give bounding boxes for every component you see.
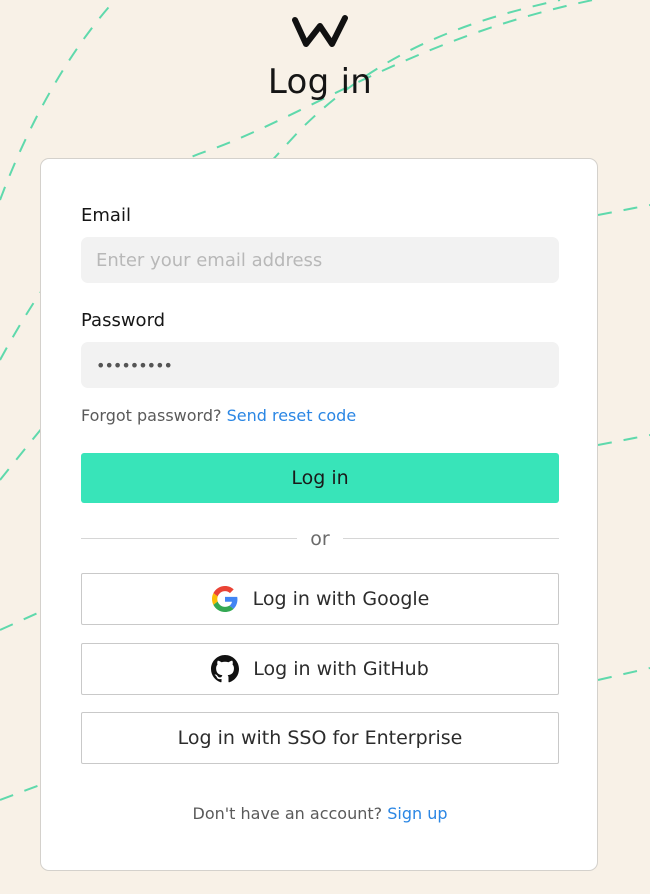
forgot-password-text: Forgot password? bbox=[81, 406, 222, 425]
sso-login-label: Log in with SSO for Enterprise bbox=[177, 727, 463, 749]
github-login-label: Log in with GitHub bbox=[253, 658, 429, 680]
forgot-password-row: Forgot password? Send reset code bbox=[81, 406, 356, 425]
send-reset-code-link[interactable]: Send reset code bbox=[227, 406, 357, 425]
sso-login-button[interactable]: Log in with SSO for Enterprise bbox=[81, 712, 559, 764]
divider-or-text: or bbox=[310, 528, 330, 550]
email-input[interactable] bbox=[81, 237, 559, 283]
signup-link[interactable]: Sign up bbox=[387, 804, 447, 823]
google-login-label: Log in with Google bbox=[252, 588, 430, 610]
divider-line-right bbox=[343, 538, 559, 539]
password-label: Password bbox=[81, 310, 166, 331]
google-login-button[interactable]: Log in with Google bbox=[81, 573, 559, 625]
email-label: Email bbox=[81, 205, 131, 226]
brand-logo-icon bbox=[292, 15, 348, 47]
or-divider: or bbox=[81, 527, 559, 551]
page-title: Log in bbox=[267, 62, 373, 102]
signup-row: Don't have an account? Sign up bbox=[41, 804, 599, 823]
github-login-button[interactable]: Log in with GitHub bbox=[81, 643, 559, 695]
login-button[interactable]: Log in bbox=[81, 453, 559, 503]
signup-prompt: Don't have an account? bbox=[192, 804, 383, 823]
google-icon bbox=[211, 585, 239, 613]
password-input[interactable]: ••••••••• bbox=[81, 342, 559, 388]
login-card: Email Password ••••••••• Forgot password… bbox=[40, 158, 598, 871]
github-icon bbox=[211, 655, 240, 683]
